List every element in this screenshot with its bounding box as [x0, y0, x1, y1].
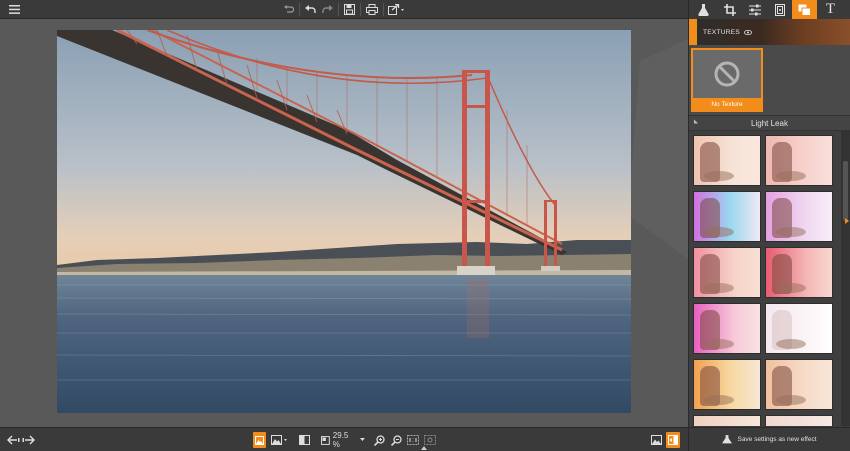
light-leak-thumbnail[interactable] [765, 247, 833, 298]
tab-effects-flask-icon[interactable] [691, 0, 716, 19]
top-toolbar [0, 0, 688, 19]
flask-icon [722, 435, 733, 444]
toggle-panel-icon[interactable] [666, 432, 680, 448]
toolbar-divider [360, 3, 361, 16]
fullscreen-preview-icon[interactable] [649, 432, 663, 448]
save-icon[interactable] [342, 2, 356, 17]
toolbar-divider [299, 3, 300, 16]
light-leak-thumbnails [689, 131, 841, 426]
tab-crop-icon[interactable] [717, 0, 742, 19]
zoom-out-icon[interactable] [389, 432, 403, 448]
light-leak-thumbnail[interactable] [765, 135, 833, 186]
light-leak-thumbnail[interactable] [693, 191, 761, 242]
tab-text-icon[interactable]: T [818, 0, 843, 19]
photo-editor-window: 29.5 % T TEXTURES No Texture Light Leak … [0, 0, 850, 451]
thumbnails-scrollbar[interactable] [841, 131, 850, 426]
collapse-filmstrip-icon[interactable] [421, 446, 427, 450]
save-effect-button[interactable]: Save settings as new effect [689, 427, 850, 451]
share-icon[interactable] [387, 2, 407, 17]
save-effect-label: Save settings as new effect [737, 436, 817, 443]
zoom-control[interactable]: 29.5 % [321, 431, 366, 449]
single-view-icon[interactable] [253, 432, 266, 448]
panel-tabs: T [689, 0, 850, 19]
visibility-eye-icon[interactable] [744, 29, 753, 35]
light-leak-title: Light Leak [751, 118, 788, 128]
tab-adjustments-sliders-icon[interactable] [742, 0, 767, 19]
texture-selection: No Texture [689, 45, 850, 115]
actual-size-icon[interactable] [406, 432, 420, 448]
print-icon[interactable] [364, 2, 379, 17]
split-view-icon[interactable] [297, 432, 311, 448]
fit-screen-icon [321, 435, 330, 445]
bridge-photo[interactable] [57, 30, 631, 413]
undo-icon[interactable] [303, 2, 317, 17]
expand-panel-arrow-icon[interactable] [845, 218, 849, 224]
no-texture-preview [693, 50, 761, 98]
tab-textures-layers-icon[interactable] [792, 0, 817, 19]
image-canvas[interactable] [0, 19, 688, 427]
prohibited-icon [714, 61, 740, 87]
zoom-in-icon[interactable] [372, 432, 386, 448]
collapse-caret-icon[interactable] [691, 119, 699, 126]
zoom-value[interactable]: 29.5 % [333, 431, 357, 449]
light-leak-thumbnail[interactable] [693, 415, 761, 426]
light-leak-thumbnail[interactable] [765, 415, 833, 426]
light-leak-thumbnail[interactable] [693, 359, 761, 410]
light-leak-thumbnail[interactable] [765, 359, 833, 410]
scrollbar-thumb[interactable] [843, 161, 848, 221]
light-leak-section-header[interactable]: Light Leak [689, 115, 850, 131]
toolbar-divider [383, 3, 384, 16]
zoom-dropdown-icon[interactable] [360, 438, 366, 442]
light-leak-thumbnail[interactable] [765, 191, 833, 242]
light-leak-thumbnail[interactable] [765, 303, 833, 354]
light-leak-thumbnail[interactable] [693, 135, 761, 186]
light-leak-thumbnail[interactable] [693, 303, 761, 354]
undo-all-icon[interactable] [281, 2, 295, 17]
toolbar-divider [338, 3, 339, 16]
tab-frames-icon[interactable] [767, 0, 792, 19]
hamburger-menu-icon[interactable] [6, 2, 22, 17]
bottom-toolbar: 29.5 % [0, 427, 688, 451]
no-texture-label: No Texture [693, 98, 761, 110]
effects-panel: T TEXTURES No Texture Light Leak Save se… [688, 0, 850, 451]
redo-icon[interactable] [320, 2, 334, 17]
compare-view-icon[interactable] [270, 432, 288, 448]
textures-header-label: TEXTURES [703, 28, 741, 36]
no-texture-option[interactable]: No Texture [691, 48, 763, 112]
textures-header[interactable]: TEXTURES [689, 19, 850, 45]
canvas-background-shape [628, 39, 688, 259]
light-leak-thumbnail[interactable] [693, 247, 761, 298]
prev-next-image-icon[interactable] [6, 432, 36, 448]
